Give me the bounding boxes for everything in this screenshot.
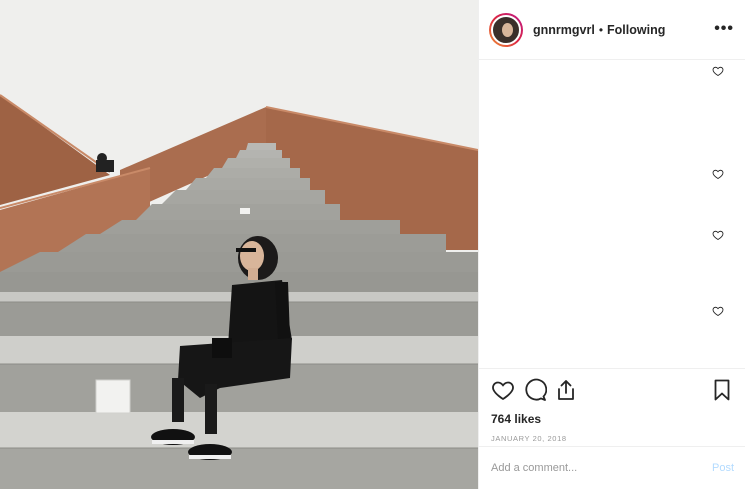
comment-like-heart-icon[interactable] (712, 65, 724, 77)
username-link[interactable]: gnnrmgvrl (533, 23, 595, 37)
post-photo[interactable] (0, 0, 478, 489)
comment-icon[interactable] (523, 378, 547, 402)
photo-image (0, 0, 478, 489)
bookmark-icon[interactable] (710, 378, 734, 402)
header-separator: • (598, 22, 604, 37)
likes-count[interactable]: 764 likes (491, 412, 734, 426)
post-actions: 764 likes JANUARY 20, 2018 (479, 368, 745, 446)
post-comment-button[interactable]: Post (712, 462, 734, 474)
comment-like-heart-icon[interactable] (712, 168, 724, 180)
following-button[interactable]: Following (607, 23, 665, 37)
comment-input[interactable] (491, 462, 712, 474)
avatar[interactable] (489, 12, 523, 47)
post-side-panel: gnnrmgvrl • Following ••• 764 likes JANU… (478, 0, 745, 489)
heart-icon[interactable] (491, 378, 515, 402)
more-options-icon[interactable]: ••• (714, 20, 734, 38)
comments-list (479, 60, 745, 368)
avatar-image (491, 14, 521, 45)
post-header: gnnrmgvrl • Following ••• (479, 0, 745, 60)
action-icons-row (491, 377, 734, 403)
comment-like-heart-icon[interactable] (712, 229, 724, 241)
avatar-face (502, 22, 513, 37)
share-icon[interactable] (554, 378, 578, 402)
add-comment-bar: Post (479, 446, 745, 489)
post-date[interactable]: JANUARY 20, 2018 (491, 434, 734, 443)
comment-like-heart-icon[interactable] (712, 305, 724, 317)
